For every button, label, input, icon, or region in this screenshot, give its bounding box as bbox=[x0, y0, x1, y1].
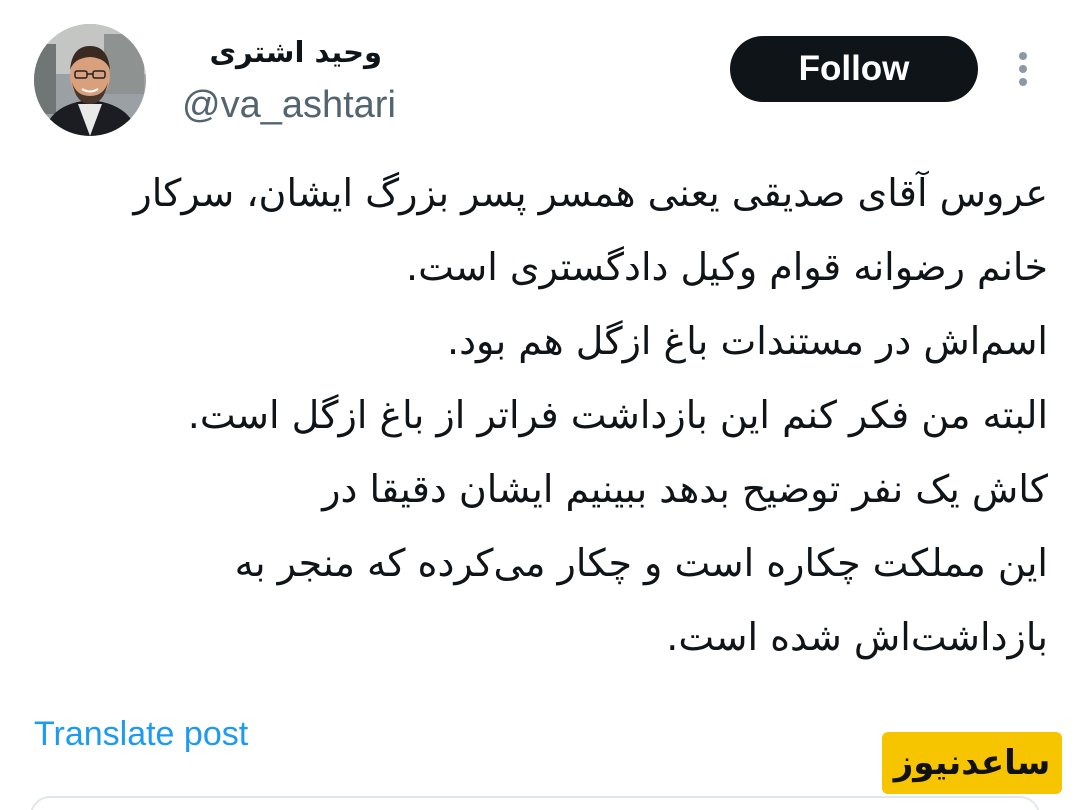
post-text-line: خانم رضوانه قوام وکیل دادگستری است. bbox=[405, 245, 1048, 289]
author-handle[interactable]: @va_ashtari bbox=[182, 84, 396, 126]
next-card-edge bbox=[30, 796, 1040, 810]
watermark-logo: ساعدنیوز bbox=[882, 732, 1062, 794]
watermark-text: ساعدنیوز bbox=[893, 743, 1051, 783]
author-display-name[interactable]: وحید اشتری bbox=[182, 30, 382, 74]
post-text-line: عروس آقای صدیقی یعنی همسر پسر بزرگ ایشان… bbox=[133, 171, 1048, 215]
follow-button[interactable]: Follow bbox=[730, 36, 978, 102]
post-text-line: کاش یک نفر توضیح بدهد ببینیم ایشان دقیقا… bbox=[322, 467, 1048, 511]
post-text-line: بازداشت‌اش شده است. bbox=[666, 615, 1048, 659]
post-text: عروس آقای صدیقی یعنی همسر پسر بزرگ ایشان… bbox=[34, 156, 1048, 674]
translate-post-link[interactable]: Translate post bbox=[34, 712, 248, 756]
more-vertical-icon[interactable] bbox=[1008, 50, 1038, 88]
avatar[interactable] bbox=[34, 24, 146, 136]
avatar-photo bbox=[34, 24, 146, 136]
post-text-line: البته من فکر کنم این بازداشت فراتر از با… bbox=[187, 393, 1048, 437]
post-text-line: اسم‌اش در مستندات باغ ازگل هم بود. bbox=[447, 319, 1048, 363]
post-text-line: این مملکت چکاره است و چکار می‌کرده که من… bbox=[234, 541, 1048, 585]
